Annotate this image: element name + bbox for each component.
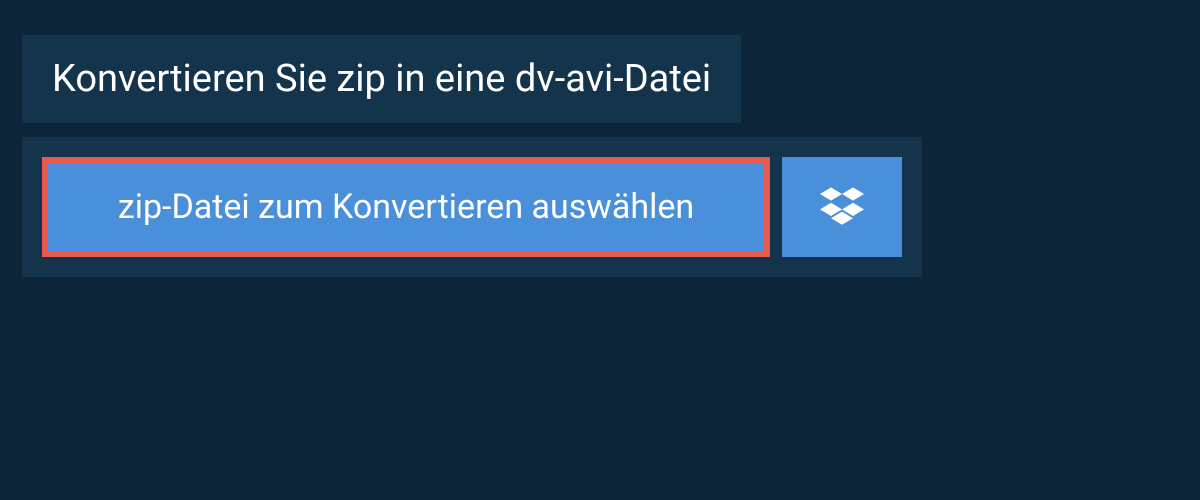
dropbox-button[interactable] [782,157,902,257]
page-title-bar: Konvertieren Sie zip in eine dv-avi-Date… [22,35,741,123]
dropbox-icon [820,183,864,231]
select-file-label: zip-Datei zum Konvertieren auswählen [118,187,694,227]
upload-panel: zip-Datei zum Konvertieren auswählen [22,137,922,277]
select-file-button[interactable]: zip-Datei zum Konvertieren auswählen [42,157,770,257]
page-title: Konvertieren Sie zip in eine dv-avi-Date… [52,57,711,101]
